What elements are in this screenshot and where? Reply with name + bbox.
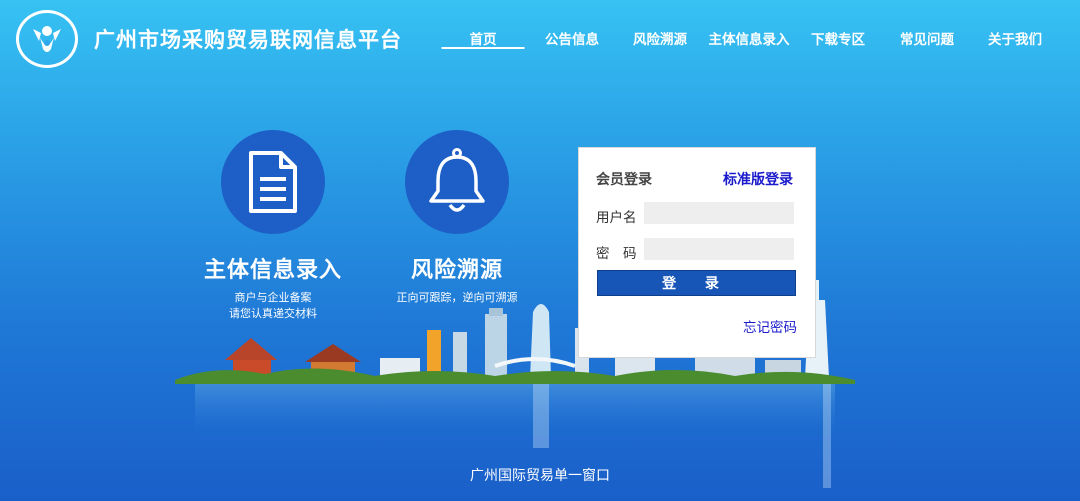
login-panel: 会员登录 标准版登录 用户名 密 码 登 录 忘记密码 <box>578 147 816 358</box>
username-label: 用户名 <box>596 210 637 226</box>
main-nav: 首页 公告信息 风险溯源 主体信息录入 下载专区 常见问题 关于我们 <box>0 28 1080 52</box>
nav-announcements[interactable]: 公告信息 <box>545 28 599 48</box>
login-button[interactable]: 登 录 <box>597 270 796 296</box>
forgot-password-link[interactable]: 忘记密码 <box>743 316 797 336</box>
feature-circle <box>405 130 509 234</box>
nav-home[interactable]: 首页 <box>441 28 525 49</box>
standard-login-link[interactable]: 标准版登录 <box>723 169 793 189</box>
footer-text: 广州国际贸易单一窗口 <box>470 468 610 484</box>
password-input[interactable] <box>644 238 794 260</box>
nav-faq[interactable]: 常见问题 <box>900 28 954 48</box>
document-icon <box>249 151 297 213</box>
feature-circle <box>221 130 325 234</box>
password-label: 密 码 <box>596 246 637 262</box>
username-input[interactable] <box>644 202 794 224</box>
bell-icon <box>429 148 485 212</box>
nav-downloads[interactable]: 下载专区 <box>811 28 865 48</box>
nav-entity-entry[interactable]: 主体信息录入 <box>709 28 790 48</box>
nav-risk-trace[interactable]: 风险溯源 <box>633 28 687 48</box>
nav-about[interactable]: 关于我们 <box>988 28 1042 48</box>
login-heading: 会员登录 <box>596 172 652 188</box>
